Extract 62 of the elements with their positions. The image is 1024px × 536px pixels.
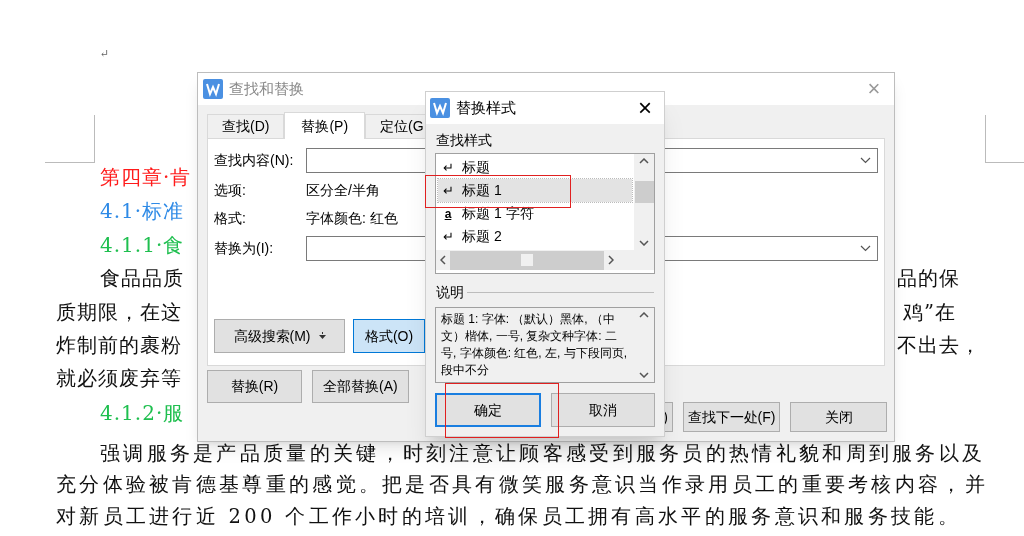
style-list-item[interactable]: ↵ 标题 2 [438, 225, 632, 248]
style-description: 标题 1: 字体: （默认）黑体, （中文）楷体, 一号, 复杂文种字体: 二号, 字体颜色: 红色, 左, 与下段同页, 段中不分 [440, 311, 628, 379]
paragraph-style-marker: ↵ [442, 227, 454, 246]
body-text: 质期限，在这 [56, 300, 182, 326]
replace-button[interactable]: 替换(R) [207, 370, 302, 403]
format-button[interactable]: 格式(O) [353, 319, 425, 353]
body-text: 不出去， [897, 333, 981, 359]
style-list-item[interactable]: ↵ 标题 1 [438, 179, 632, 202]
options-value: 区分全/半角 [306, 180, 380, 200]
dialog-title: 替换样式 [456, 97, 516, 118]
margin-corner-mark [985, 115, 1024, 163]
app-logo-icon [430, 98, 450, 118]
body-text: 充分体验被肯德基尊重的感觉。把是否具有微笑服务意识当作录用员工的重要考核内容，并 [56, 472, 988, 498]
close-dialog-button[interactable]: 关闭 [790, 402, 887, 432]
chapter-heading: 第四章·肯 [100, 164, 192, 190]
body-text: 炸制前的裹粉 [56, 333, 182, 359]
scroll-thumb[interactable] [521, 254, 533, 266]
section-label: 说明 [436, 283, 464, 302]
vertical-scrollbar[interactable] [634, 154, 654, 250]
chevron-up-icon [639, 158, 649, 164]
field-label: 格式: [214, 208, 247, 228]
horizontal-scrollbar[interactable] [436, 250, 654, 270]
format-value: 字体颜色: 红色 [306, 208, 398, 228]
section-heading: 4.1·标准 [100, 198, 185, 224]
dialog-title: 查找和替换 [229, 78, 304, 99]
close-button[interactable]: × [630, 96, 660, 120]
style-list-item[interactable]: ↵ 标题 [438, 156, 632, 179]
subsection-heading: 4.1.1·食 [100, 232, 185, 258]
paragraph-style-marker: ↵ [442, 181, 454, 200]
replace-all-button[interactable]: 全部替换(A) [312, 370, 409, 403]
body-text: 对新员工进行近 200 个工作小时的培训，确保员工拥有高水平的服务意识和服务技能。 [56, 504, 961, 530]
paragraph-style-marker: ↵ [442, 158, 454, 177]
field-label: 查找内容(N): [214, 150, 295, 170]
find-next-button[interactable]: 查找下一处(F) [683, 402, 780, 432]
tab[interactable]: 查找(D) [207, 114, 285, 138]
paragraph-mark: ↵ [100, 46, 110, 62]
margin-corner-mark [45, 115, 95, 163]
subsection-heading: 4.1.2·服 [100, 400, 185, 426]
style-name: 标题 [462, 158, 490, 177]
tab[interactable]: 替换(P) [284, 112, 366, 139]
style-name: 标题 2 [462, 227, 502, 246]
cancel-button[interactable]: 取消 [551, 393, 655, 427]
chevron-left-icon [440, 255, 446, 265]
body-text: 鸡”在 [903, 300, 956, 326]
field-label: 替换为(I): [214, 238, 275, 258]
body-text: 食品品质 [100, 266, 184, 292]
scroll-thumb[interactable] [634, 181, 654, 203]
chevron-down-icon [860, 244, 871, 252]
chevron-down-icon [860, 156, 871, 164]
body-text: 强调服务是产品质量的关键，时刻注意让顾客感受到服务员的热情礼貌和周到服务以及 [100, 441, 986, 467]
body-text: 品的保 [897, 266, 960, 292]
chevron-right-icon [608, 255, 614, 265]
advanced-search-button[interactable]: 高级搜索(M) [214, 319, 345, 353]
chevron-down-icon [639, 372, 649, 378]
ok-button[interactable]: 确定 [435, 393, 541, 427]
style-name: 标题 1 [462, 181, 502, 200]
app-logo-icon [203, 79, 223, 99]
chevron-up-icon [639, 312, 649, 318]
body-text: 就必须废弃等 [56, 366, 182, 392]
character-style-marker: a [443, 205, 453, 223]
field-label: 选项: [214, 180, 247, 200]
chevron-down-icon [639, 240, 649, 246]
